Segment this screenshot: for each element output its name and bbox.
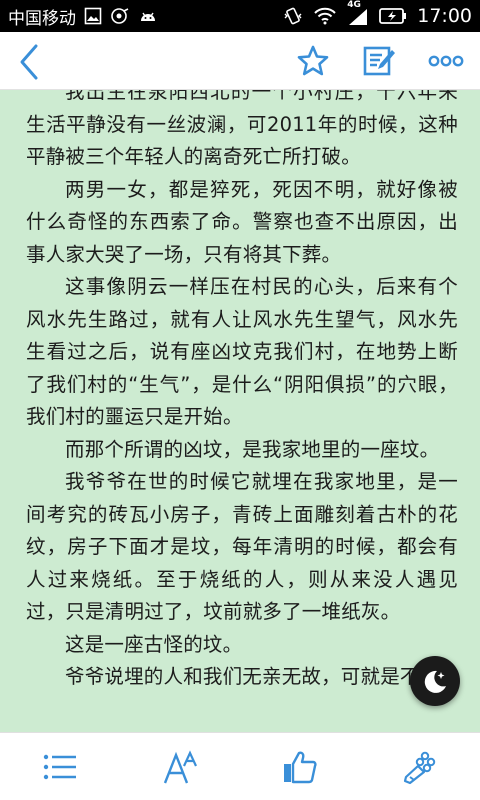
chevron-left-icon — [20, 44, 38, 80]
battery-icon — [379, 7, 407, 25]
paragraph: 爷爷说埋的人和我们无亲无故，可就是不 — [65, 665, 420, 688]
like-button[interactable] — [282, 749, 322, 789]
table-of-contents-button[interactable] — [42, 749, 82, 789]
clock: 17:00 — [417, 5, 472, 27]
carrier-name: 中国移动 — [8, 8, 76, 29]
network-type: 4G — [347, 0, 361, 10]
night-mode-button[interactable] — [410, 656, 460, 706]
chapter-text: 我出生在泉阳西北的一个小村庄，十六年来生活平静没有一丝波澜，可2011年的时候，… — [26, 90, 458, 694]
more-icon — [428, 55, 464, 67]
reading-area[interactable]: 我出生在泉阳西北的一个小村庄，十六年来生活平静没有一丝波澜，可2011年的时候，… — [0, 90, 480, 732]
paragraph: 这事像阴云一样压在村民的心头，后来有个风水先生路过，就有人让风水先生望气，风水先… — [26, 275, 458, 428]
paragraph: 而那个所谓的凶坟，是我家地里的一座坟。 — [65, 437, 440, 461]
signal-icon: 4G — [347, 0, 369, 26]
android-icon — [138, 8, 158, 24]
more-button[interactable] — [428, 52, 464, 70]
note-edit-icon — [363, 46, 395, 76]
paragraph: 我爷爷在世的时候它就埋在我家地里，是一间考究的砖瓦小房子，青砖上面雕刻着古朴的花… — [26, 470, 458, 623]
back-button[interactable] — [16, 42, 46, 82]
wifi-icon — [313, 7, 337, 25]
notification-icon — [110, 7, 130, 25]
reader-toolbar — [0, 32, 480, 90]
bottom-bar — [0, 732, 480, 800]
font-size-button[interactable] — [162, 749, 202, 789]
image-icon — [84, 7, 102, 25]
thumbs-up-icon — [284, 751, 317, 784]
star-icon — [297, 45, 329, 76]
paragraph: 这是一座古怪的坟。 — [65, 632, 243, 656]
font-size-icon — [163, 750, 197, 784]
paragraph: 我出生在泉阳西北的一个小村庄，十六年来生活平静没有一丝波澜，可2011年的时候，… — [26, 90, 458, 168]
gift-flower-button[interactable] — [402, 749, 442, 789]
list-icon — [43, 754, 76, 780]
note-button[interactable] — [362, 44, 396, 78]
moon-stars-icon — [424, 670, 446, 693]
status-bar: 中国移动 4G 17:00 — [0, 0, 480, 32]
flower-bouquet-icon — [403, 751, 436, 785]
paragraph: 两男一女，都是猝死，死因不明，就好像被什么奇怪的东西索了命。警察也查不出原因，出… — [26, 177, 458, 266]
vibrate-icon — [283, 6, 303, 26]
favorite-button[interactable] — [296, 44, 330, 78]
